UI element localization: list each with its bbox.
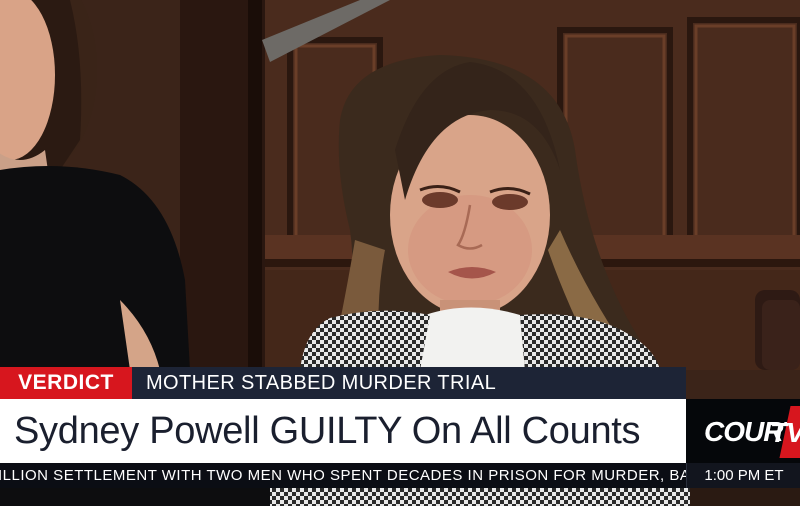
ticker-clock: 1:00 PM ET <box>686 463 800 488</box>
ticker-text: ILLION SETTLEMENT WITH TWO MEN WHO SPENT… <box>0 467 686 484</box>
headline-banner: Sydney Powell GUILTY On All Counts <box>0 399 686 463</box>
logo-text-tv: TV <box>770 417 800 448</box>
lower-third-topic-bar: VERDICT MOTHER STABBED MURDER TRIAL <box>0 367 686 399</box>
verdict-tag: VERDICT <box>0 367 132 399</box>
trial-topic: MOTHER STABBED MURDER TRIAL <box>132 367 686 399</box>
news-ticker: ILLION SETTLEMENT WITH TWO MEN WHO SPENT… <box>0 463 800 488</box>
